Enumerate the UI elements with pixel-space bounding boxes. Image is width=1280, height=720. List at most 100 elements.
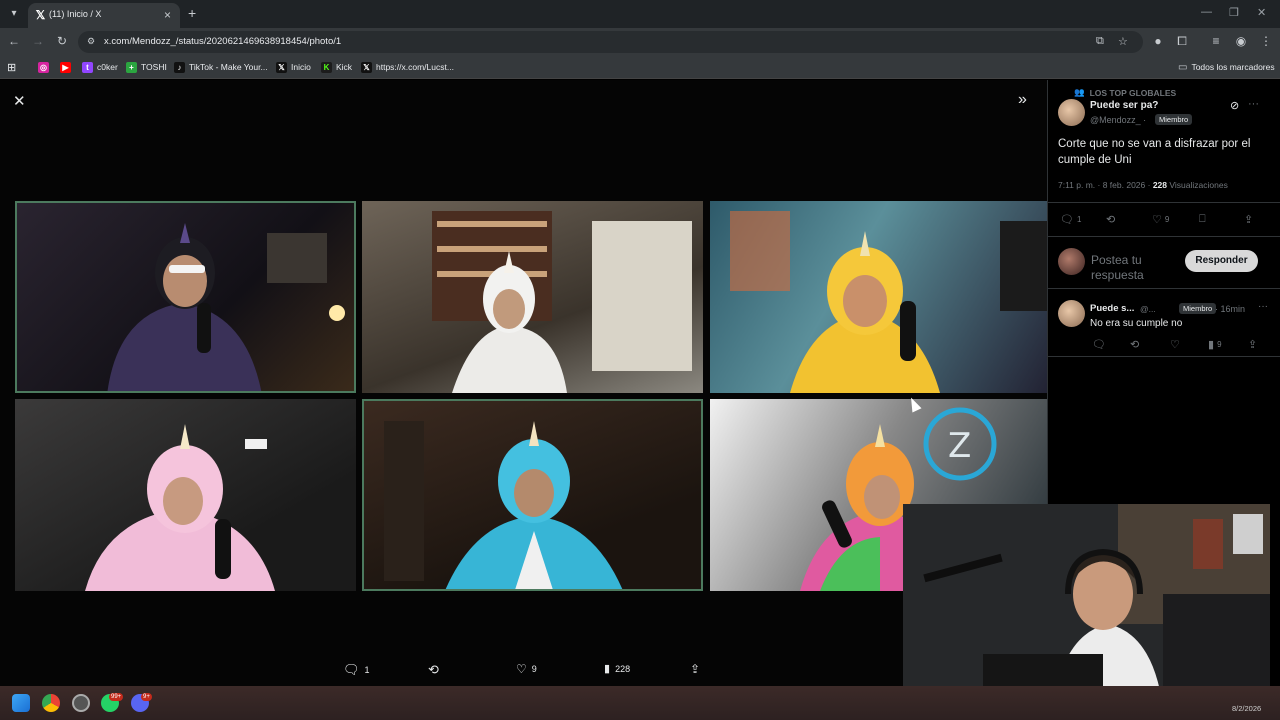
svg-text:Z: Z [948, 426, 971, 466]
tab-search-chevron-icon[interactable]: ▾ [6, 6, 22, 22]
all-bookmarks[interactable]: ▭ Todos los marcadores [1178, 59, 1275, 75]
bar-chart-icon: ▮ [1208, 339, 1215, 351]
twitch-icon: t [82, 61, 93, 73]
reply-bubble-icon: 🗨 [1092, 339, 1106, 351]
webcam-overlay [903, 504, 1270, 708]
share-icon: ⇪ [690, 662, 701, 676]
cross-icon: + [126, 61, 137, 73]
new-tab-plus-icon[interactable]: + [188, 5, 196, 21]
comment-author-name[interactable]: Puede s... [1090, 303, 1134, 314]
photo-reply-action[interactable]: 🗨 1 [343, 662, 370, 678]
install-app-icon[interactable]: ⧉ [1096, 35, 1104, 48]
extensions-puzzle-icon[interactable]: ⧠ [1174, 34, 1190, 49]
bookmark-item-2[interactable]: t c0ker [82, 59, 118, 75]
comment-handle[interactable]: @... [1140, 304, 1156, 314]
post-time[interactable]: 7:11 p. m. · 8 feb. 2026 · [1058, 180, 1150, 190]
author-handle[interactable]: @Mendozz_ · [1090, 115, 1146, 125]
reply-button[interactable]: Responder [1185, 250, 1258, 272]
replies-count: 1 [1076, 215, 1082, 224]
close-window-icon[interactable]: ✕ [1257, 6, 1266, 19]
bookmark-item-7[interactable]: 𝕏 https://x.com/Lucst... [361, 59, 454, 75]
forward-arrow-icon[interactable]: → [30, 34, 46, 48]
video-cell-blue-unicorn [362, 399, 703, 591]
community-label[interactable]: 👥 LOS TOP GLOBALES [1074, 87, 1176, 98]
reply-action[interactable]: 🗨 1 [1060, 213, 1081, 226]
author-avatar[interactable] [1058, 99, 1085, 126]
taskbar: 99+ 9+ 8/2/2026 [0, 686, 1280, 720]
extension-icon[interactable]: ● [1150, 34, 1166, 48]
x-logo-icon: 𝕏 [361, 61, 372, 73]
photo-repost-action[interactable]: ⟲ [428, 662, 439, 678]
repost-icon: ⟲ [428, 662, 439, 677]
bookmark-star-icon[interactable]: ☆ [1118, 35, 1128, 48]
photo-purple-unicorn [107, 223, 345, 391]
more-options-icon[interactable]: ··· [1248, 98, 1259, 110]
photo-viewer: ✕ » Z 🗨 1 ⟲ ♡ 9 ▮ 228 ⇪ [0, 80, 1047, 686]
back-arrow-icon[interactable]: ← [6, 34, 22, 48]
apps-grid-icon[interactable]: ⊞ [7, 59, 16, 75]
comment-repost-action[interactable]: ⟲ [1130, 338, 1139, 351]
expand-panel-icon[interactable]: » [1018, 91, 1027, 109]
comment-share-action[interactable]: ⇪ [1248, 338, 1257, 351]
bookmark-item-4[interactable]: ♪ TikTok - Make Your... [174, 59, 268, 75]
grok-icon[interactable]: ⊘ [1230, 99, 1239, 112]
share-icon: ⇪ [1248, 339, 1258, 351]
restore-icon[interactable]: ❐ [1229, 6, 1239, 19]
post-views-count: 228 [1152, 180, 1168, 190]
author-name[interactable]: Puede ser pa? [1090, 100, 1158, 111]
close-icon[interactable]: ✕ [13, 92, 26, 110]
whatsapp-badge: 99+ [109, 693, 124, 701]
like-action[interactable]: ♡ 9 [1152, 213, 1169, 226]
obs-icon[interactable] [72, 694, 90, 712]
comment-like-action[interactable]: ♡ [1170, 338, 1180, 351]
video-cell-purple-unicorn [15, 201, 356, 393]
browser-tab-active[interactable]: 𝕏 (11) Inicio / X × [28, 3, 180, 28]
kick-icon: K [321, 61, 332, 73]
divider [1048, 356, 1280, 357]
bookmark-item-0[interactable]: ◎ [38, 59, 49, 75]
comment-avatar[interactable] [1058, 300, 1085, 327]
video-cell-pink-unicorn [15, 399, 356, 591]
comment-reply-action[interactable]: 🗨 [1092, 338, 1106, 351]
share-icon: ⇪ [1244, 214, 1254, 226]
photo-like-action[interactable]: ♡ 9 [516, 662, 537, 676]
comment-more-icon[interactable]: ··· [1258, 301, 1268, 312]
minimize-icon[interactable]: — [1201, 6, 1212, 18]
comment-text: No era su cumple no [1090, 318, 1183, 329]
reply-input[interactable]: Postea tu respuesta [1091, 253, 1181, 283]
repost-action[interactable]: ⟲ [1106, 213, 1115, 226]
heart-icon: ♡ [1170, 339, 1180, 351]
comment-time[interactable]: · 16min [1215, 304, 1245, 314]
close-tab-icon[interactable]: × [164, 8, 171, 22]
bookmark-label: c0ker [97, 62, 118, 72]
site-info-icon[interactable]: ⚙ [87, 36, 99, 48]
webcam-feed-image [903, 504, 1270, 708]
photo-yellow-unicorn [730, 211, 1047, 393]
menu-dots-icon[interactable]: ⋮ [1258, 34, 1274, 48]
heart-icon: ♡ [1152, 214, 1162, 226]
media-controls-icon[interactable]: ≡ [1208, 34, 1224, 48]
own-avatar [1058, 248, 1085, 275]
video-cell-yellow-unicorn [710, 201, 1047, 393]
comment-views-action[interactable]: ▮ 9 [1208, 338, 1222, 351]
reply-bubble-icon: 🗨 [343, 662, 360, 677]
share-action[interactable]: ⇪ [1244, 213, 1253, 226]
bookmark-item-6[interactable]: K Kick [321, 59, 352, 75]
profile-avatar-icon[interactable]: ◉ [1233, 34, 1249, 48]
photo-share-action[interactable]: ⇪ [690, 662, 700, 676]
community-name: LOS TOP GLOBALES [1089, 87, 1177, 98]
photo-likes-count: 9 [531, 664, 537, 674]
clock-date[interactable]: 8/2/2026 [1232, 704, 1261, 713]
start-windows-icon[interactable] [12, 694, 30, 712]
bookmark-item-1[interactable]: ▶ [60, 59, 71, 75]
chrome-icon[interactable] [42, 694, 60, 712]
discord-badge: 9+ [141, 693, 152, 701]
bookmark-item-3[interactable]: + TOSHI [126, 59, 167, 75]
bookmark-item-5[interactable]: 𝕏 Inicio [276, 59, 311, 75]
divider [1048, 236, 1280, 237]
reload-icon[interactable]: ↻ [54, 34, 70, 48]
photo-views-count: 228 [615, 663, 631, 674]
bookmark-action[interactable]: ⎕ [1199, 213, 1206, 226]
address-bar[interactable]: ⚙ x.com/Mendozz_/status/2020621469638918… [78, 31, 1143, 53]
photo-views-action[interactable]: ▮ 228 [604, 662, 630, 675]
